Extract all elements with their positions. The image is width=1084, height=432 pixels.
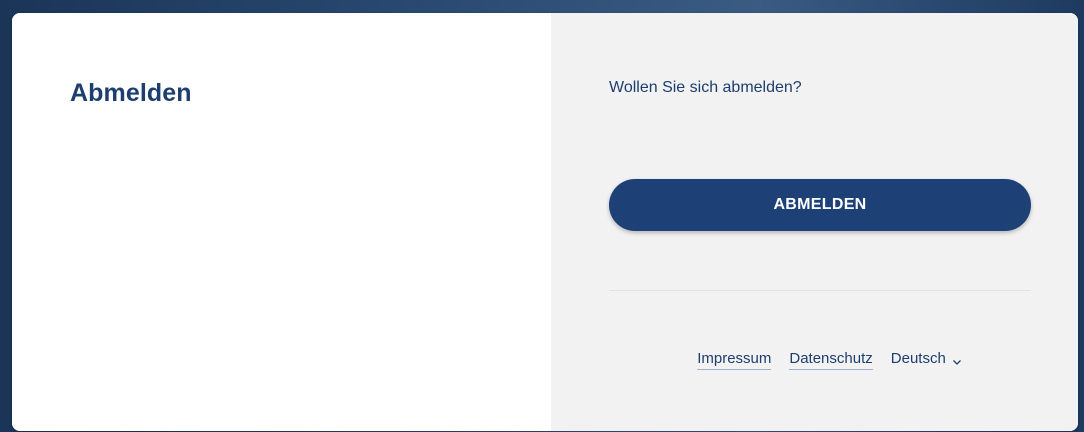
footer: Impressum Datenschutz Deutsch <box>551 350 1078 370</box>
page-title: Abmelden <box>70 79 192 107</box>
divider <box>609 290 1031 291</box>
datenschutz-link[interactable]: Datenschutz <box>789 350 873 370</box>
logout-question: Wollen Sie sich abmelden? <box>609 79 802 96</box>
right-panel: Wollen Sie sich abmelden? ABMELDEN Impre… <box>551 13 1078 431</box>
logout-button[interactable]: ABMELDEN <box>609 179 1031 231</box>
logout-card: Abmelden Wollen Sie sich abmelden? ABMEL… <box>12 13 1078 431</box>
impressum-link[interactable]: Impressum <box>697 350 772 370</box>
language-selector[interactable]: Deutsch <box>891 350 962 370</box>
chevron-down-icon <box>952 354 962 365</box>
page-background: Abmelden Wollen Sie sich abmelden? ABMEL… <box>0 0 1084 432</box>
language-selected-label: Deutsch <box>890 350 946 367</box>
left-panel: Abmelden <box>12 13 551 431</box>
